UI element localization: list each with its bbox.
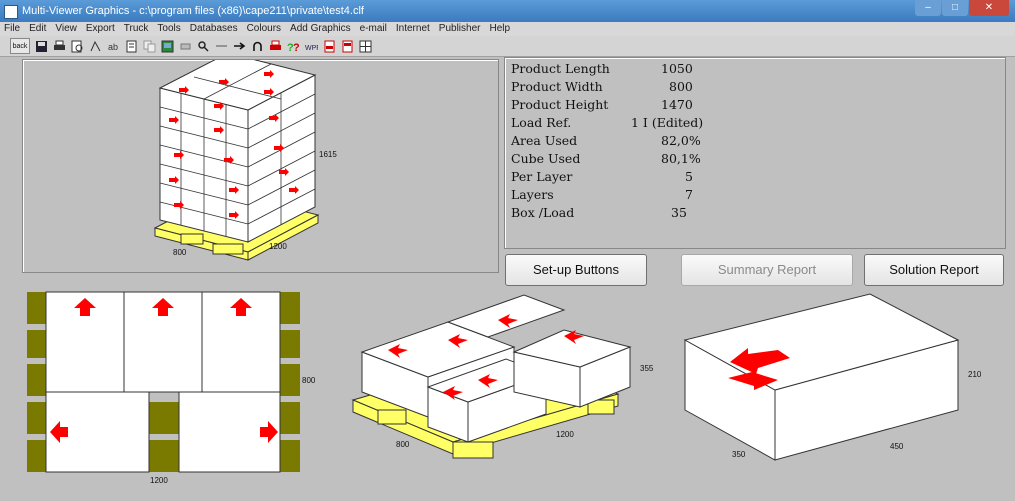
info-label: Per Layer [511, 169, 573, 184]
plan-drawing [27, 291, 300, 473]
load-info-panel: Product Length 1050 Product Width 800 Prod… [504, 57, 1006, 249]
box-drawing [683, 293, 960, 461]
title-bar: Multi-Viewer Graphics - c:\program files… [0, 0, 1015, 22]
svg-text:WPF: WPF [305, 45, 318, 52]
setup-buttons-button[interactable]: Set-up Buttons [505, 254, 647, 286]
menu-add-graphics[interactable]: Add Graphics [290, 22, 351, 36]
back-icon[interactable]: back [10, 38, 30, 54]
box-width-dim: 350 [732, 450, 746, 459]
layer-length-dim: 1200 [556, 430, 574, 439]
print-preview-icon[interactable] [70, 39, 84, 53]
info-value: 1470 [661, 97, 693, 112]
close-button[interactable]: ✕ [969, 0, 1009, 16]
load-length-dim: 1200 [269, 242, 287, 251]
menu-publisher[interactable]: Publisher [439, 22, 481, 36]
info-value: 7 [685, 187, 693, 202]
pdf-icon-2[interactable] [340, 39, 354, 53]
text-icon[interactable]: ab [106, 39, 120, 53]
info-label: Product Width [511, 79, 603, 94]
info-value: 82,0% [661, 133, 701, 148]
window-controls: – □ ✕ [914, 0, 1009, 18]
svg-text:?: ? [293, 42, 300, 53]
grid-icon[interactable] [358, 39, 372, 53]
image-icon[interactable] [160, 39, 174, 53]
info-value: 80,1% [661, 151, 701, 166]
info-label: Product Length [511, 61, 610, 76]
app-icon [4, 5, 18, 19]
info-label: Layers [511, 187, 554, 202]
menu-edit[interactable]: Edit [29, 22, 46, 36]
solution-report-button[interactable]: Solution Report [864, 254, 1004, 286]
menu-tools[interactable]: Tools [157, 22, 180, 36]
info-value: 35 [671, 205, 687, 220]
pdf-icon[interactable] [322, 39, 336, 53]
arrow-right-icon[interactable] [232, 39, 246, 53]
window-title: Multi-Viewer Graphics - c:\program files… [22, 5, 364, 17]
menu-truck[interactable]: Truck [124, 22, 149, 36]
menu-file[interactable]: File [4, 22, 20, 36]
print-icon[interactable] [52, 39, 66, 53]
layer-icon[interactable] [178, 39, 192, 53]
load-width-dim: 800 [173, 248, 187, 257]
svg-text:ab: ab [108, 42, 118, 52]
menu-internet[interactable]: Internet [396, 22, 430, 36]
info-label: Area Used [511, 133, 578, 148]
maximize-button[interactable]: □ [942, 0, 968, 16]
plan-view[interactable]: 800 1200 [24, 286, 324, 486]
layer-drawing [351, 294, 632, 459]
toolbar: back ab ?? WPF [0, 36, 1015, 57]
info-value: 1 I (Edited) [631, 115, 704, 130]
menu-colours[interactable]: Colours [247, 22, 281, 36]
box-height-dim: 210 [968, 370, 982, 379]
rotate-icon[interactable] [250, 39, 264, 53]
minimize-button[interactable]: – [915, 0, 941, 16]
menu-databases[interactable]: Databases [190, 22, 238, 36]
plan-width-dim: 800 [302, 376, 316, 385]
menu-view[interactable]: View [55, 22, 77, 36]
report-icon[interactable] [124, 39, 138, 53]
copy-icon[interactable] [142, 39, 156, 53]
load-3d-drawing [153, 52, 320, 261]
layer-width-dim: 800 [396, 440, 410, 449]
save-icon[interactable] [34, 39, 48, 53]
box-length-dim: 450 [890, 442, 904, 451]
pipe-icon[interactable] [214, 39, 228, 53]
menu-help[interactable]: Help [490, 22, 511, 36]
info-value: 5 [685, 169, 693, 184]
summary-report-button[interactable]: Summary Report [681, 254, 853, 286]
menu-export[interactable]: Export [86, 22, 115, 36]
info-label: Product Height [511, 97, 609, 112]
layer-height-dim: 355 [640, 364, 654, 373]
info-label: Box /Load [511, 205, 575, 220]
printer-red-icon[interactable] [268, 39, 282, 53]
menu-bar: File Edit View Export Truck Tools Databa… [0, 22, 1015, 36]
info-value: 1050 [661, 61, 693, 76]
plan-length-dim: 1200 [150, 476, 168, 485]
box-3d-view[interactable]: 210 350 450 [680, 290, 1000, 470]
zoom-icon[interactable] [196, 39, 210, 53]
info-label: Cube Used [511, 151, 581, 166]
load-height-dim: 1615 [319, 150, 337, 159]
help-icon[interactable]: ?? [286, 39, 300, 53]
info-label: Load Ref. [511, 115, 572, 130]
load-3d-view[interactable]: 1615 1200 800 [22, 52, 499, 273]
layer-3d-view[interactable]: 355 1200 800 [348, 292, 668, 462]
info-value: 800 [669, 79, 693, 94]
wpf-icon[interactable]: WPF [304, 39, 318, 53]
menu-email[interactable]: e-mail [360, 22, 387, 36]
pallet-icon[interactable] [88, 39, 102, 53]
